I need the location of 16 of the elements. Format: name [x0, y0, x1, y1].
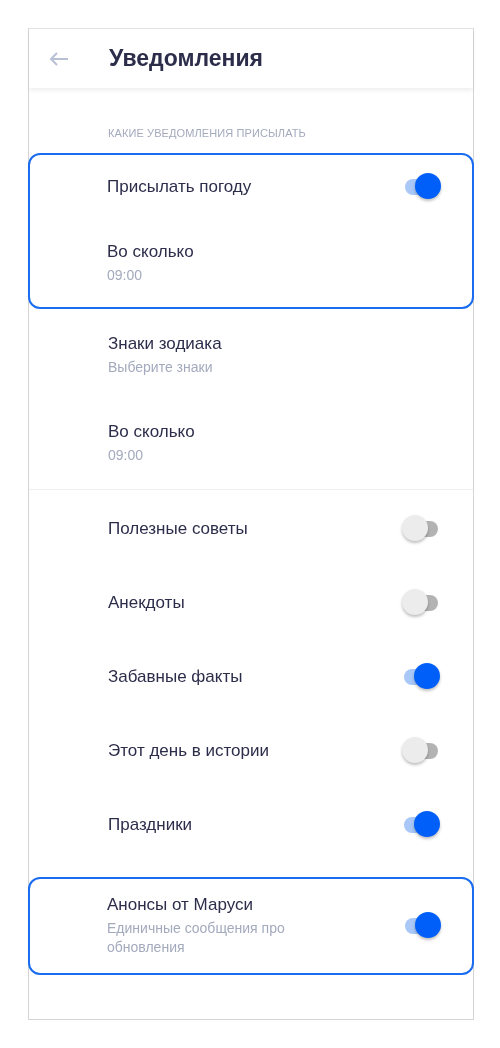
section-label: КАКИЕ УВЕДОМЛЕНИЯ ПРИСЫЛАТЬ: [108, 127, 307, 139]
page-title: Уведомления: [109, 45, 263, 72]
setting-label: Анонсы от Маруси: [107, 895, 254, 915]
setting-label[interactable]: Во сколько: [107, 241, 194, 262]
setting-value: 09:00: [107, 265, 144, 285]
setting-label[interactable]: Знаки зодиака: [108, 333, 222, 354]
setting-label[interactable]: Во сколько: [108, 421, 195, 442]
setting-description: Единичные сообщения про обновления: [107, 919, 286, 957]
setting-value: Выберите знаки: [108, 357, 214, 377]
setting-value: 09:00: [108, 445, 145, 465]
setting-label: Анекдоты: [108, 593, 185, 613]
setting-label: Праздники: [108, 815, 193, 835]
setting-label: Присылать погоду: [107, 177, 252, 197]
setting-label: Полезные советы: [108, 519, 248, 539]
setting-label: Этот день в истории: [108, 741, 269, 761]
setting-label: Забавные факты: [108, 667, 243, 687]
